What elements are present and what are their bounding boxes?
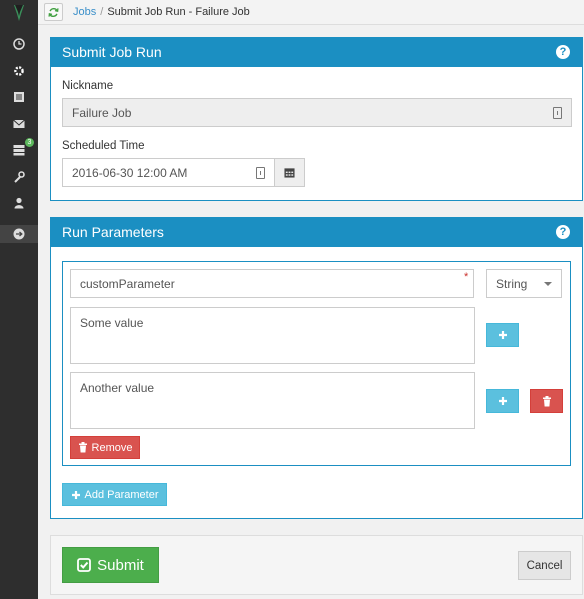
delete-value-button[interactable]: [530, 389, 563, 413]
form-actions: Submit Cancel: [50, 535, 583, 595]
nickname-label: Nickname: [62, 80, 114, 92]
parameter-name-value: customParameter: [80, 276, 175, 291]
breadcrumb-current: Submit Job Run - Failure Job: [107, 6, 250, 18]
refresh-button[interactable]: [44, 3, 63, 21]
plus-icon: [498, 331, 507, 339]
nickname-field[interactable]: Failure Job: [62, 98, 572, 127]
trash-icon: [78, 442, 87, 453]
plus-icon: [498, 397, 507, 405]
required-marker: *: [464, 271, 469, 283]
submit-label: Submit: [97, 556, 144, 574]
scheduled-time-label: Scheduled Time: [62, 140, 145, 152]
breadcrumb-separator: /: [100, 6, 104, 18]
nickname-value: Failure Job: [72, 105, 132, 120]
cancel-label: Cancel: [526, 559, 563, 572]
arrow-circle-icon[interactable]: [0, 224, 38, 244]
panel-title: Run Parameters: [62, 224, 164, 240]
parameter-type-value: String: [496, 276, 528, 291]
gear-icon[interactable]: [0, 61, 38, 81]
add-value-button[interactable]: [486, 323, 519, 347]
parameter-box: customParameter * String Some value Anot…: [62, 261, 571, 466]
submit-button[interactable]: Submit: [62, 547, 159, 583]
cancel-button[interactable]: Cancel: [518, 551, 571, 580]
parameter-value-2[interactable]: Another value: [70, 372, 475, 429]
calendar-icon: [284, 168, 295, 178]
panel-title: Submit Job Run: [62, 44, 162, 60]
plus-icon: [71, 490, 80, 499]
user-icon[interactable]: [0, 193, 38, 213]
logo[interactable]: [0, 0, 38, 26]
submit-job-panel: Submit Job Run ? Nickname Failure Job Sc…: [50, 37, 583, 201]
add-parameter-label: Add Parameter: [84, 488, 159, 501]
help-icon[interactable]: ?: [556, 225, 570, 239]
chevron-down-icon: [544, 282, 552, 286]
main-content: Submit Job Run ? Nickname Failure Job Sc…: [38, 25, 584, 599]
envelope-icon[interactable]: [0, 114, 38, 134]
sidebar: 3: [0, 0, 38, 599]
scheduled-time-field[interactable]: 2016-06-30 12:00 AM: [62, 158, 275, 187]
wrench-icon[interactable]: [0, 167, 38, 187]
clipboard-icon: [553, 106, 562, 119]
parameter-name-field[interactable]: customParameter: [70, 269, 474, 298]
logo-icon: [14, 5, 24, 21]
parameter-type-select[interactable]: String: [486, 269, 562, 298]
top-bar: Jobs / Submit Job Run - Failure Job: [38, 0, 584, 25]
clock-icon[interactable]: [0, 34, 38, 54]
run-parameters-panel: Run Parameters ? customParameter * Strin…: [50, 217, 583, 519]
help-icon[interactable]: ?: [556, 45, 570, 59]
calendar-button[interactable]: [274, 158, 305, 187]
panel-heading: Submit Job Run ?: [51, 38, 582, 67]
add-parameter-button[interactable]: Add Parameter: [62, 483, 167, 506]
scheduled-time-value: 2016-06-30 12:00 AM: [72, 165, 188, 180]
breadcrumb: Jobs / Submit Job Run - Failure Job: [73, 6, 250, 18]
parameter-value-1[interactable]: Some value: [70, 307, 475, 364]
remove-label: Remove: [91, 441, 133, 454]
refresh-icon: [48, 7, 59, 17]
remove-parameter-button[interactable]: Remove: [70, 436, 140, 459]
trash-icon: [542, 395, 551, 406]
add-value-button[interactable]: [486, 389, 519, 413]
breadcrumb-jobs-link[interactable]: Jobs: [73, 6, 96, 18]
server-badge: 3: [25, 138, 34, 147]
panel-heading: Run Parameters ?: [51, 218, 582, 247]
check-square-icon: [77, 558, 92, 572]
list-icon[interactable]: [0, 87, 38, 107]
clipboard-icon: [256, 166, 265, 179]
